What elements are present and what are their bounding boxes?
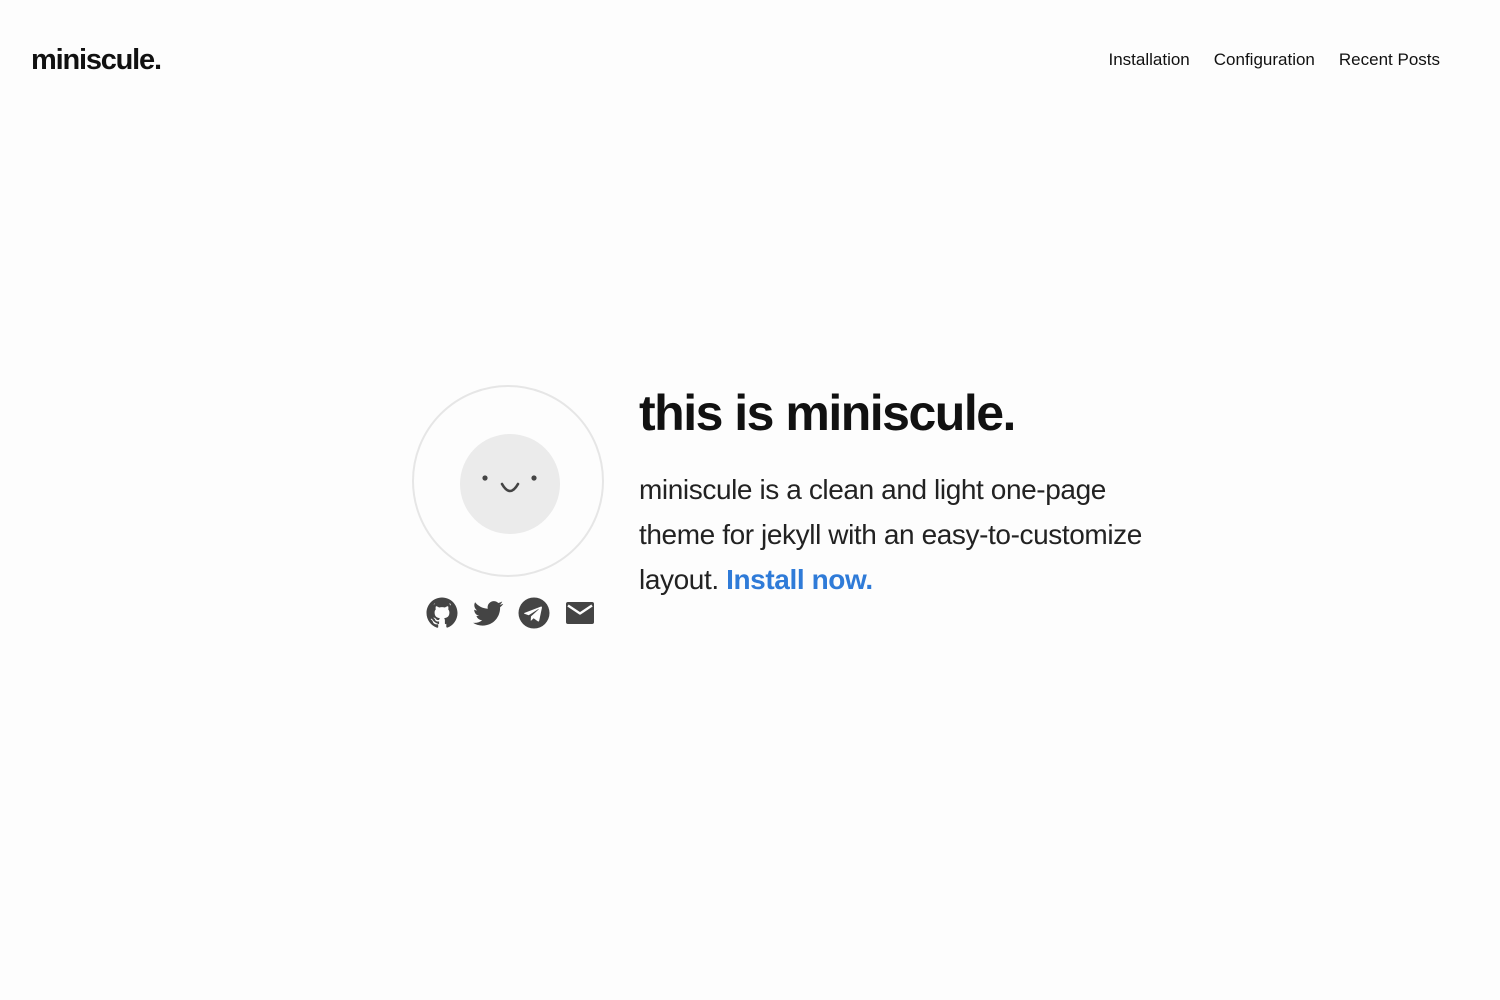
top-navigation: Installation Configuration Recent Posts (1108, 48, 1440, 72)
twitter-icon (473, 601, 504, 626)
install-now-link[interactable]: Install now. (726, 564, 873, 595)
nav-link-installation[interactable]: Installation (1108, 48, 1189, 72)
nav-link-recent-posts[interactable]: Recent Posts (1339, 48, 1440, 72)
telegram-icon (518, 597, 550, 629)
nav-link-configuration[interactable]: Configuration (1214, 48, 1315, 72)
github-icon (426, 597, 458, 628)
email-link[interactable] (564, 597, 596, 629)
telegram-link[interactable] (518, 597, 550, 629)
description-text: miniscule is a clean and light one-page … (639, 474, 1142, 595)
page: miniscule. Installation Configuration Re… (0, 0, 1500, 1000)
smiley-face-icon (460, 434, 560, 534)
page-title: this is miniscule. (639, 385, 1016, 441)
hero-section: this is miniscule. miniscule is a clean … (412, 385, 1172, 645)
twitter-link[interactable] (472, 597, 504, 629)
site-header: miniscule. Installation Configuration Re… (0, 0, 1500, 120)
social-links (426, 597, 596, 629)
site-logo[interactable]: miniscule. (31, 42, 162, 78)
email-icon (566, 602, 594, 624)
github-link[interactable] (426, 597, 458, 629)
avatar (412, 385, 604, 577)
intro-description: miniscule is a clean and light one-page … (639, 467, 1159, 602)
intro-block: this is miniscule. miniscule is a clean … (639, 385, 1159, 602)
